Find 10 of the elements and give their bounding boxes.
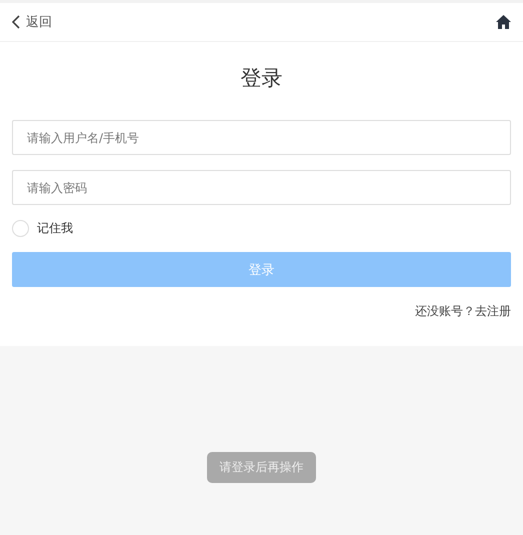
home-icon[interactable] [496, 15, 511, 29]
password-field[interactable]: 请输入密码 [12, 170, 511, 205]
back-icon [12, 15, 20, 29]
remember-checkbox[interactable] [12, 220, 29, 237]
toast-message: 请登录后再操作 [207, 452, 316, 483]
username-field[interactable]: 请输入用户名/手机号 [12, 120, 511, 155]
remember-label: 记住我 [37, 220, 73, 237]
page-title: 登录 [240, 65, 284, 92]
back-button[interactable]: 返回 [12, 13, 52, 31]
register-link[interactable]: 还没账号？去注册 [415, 303, 511, 320]
